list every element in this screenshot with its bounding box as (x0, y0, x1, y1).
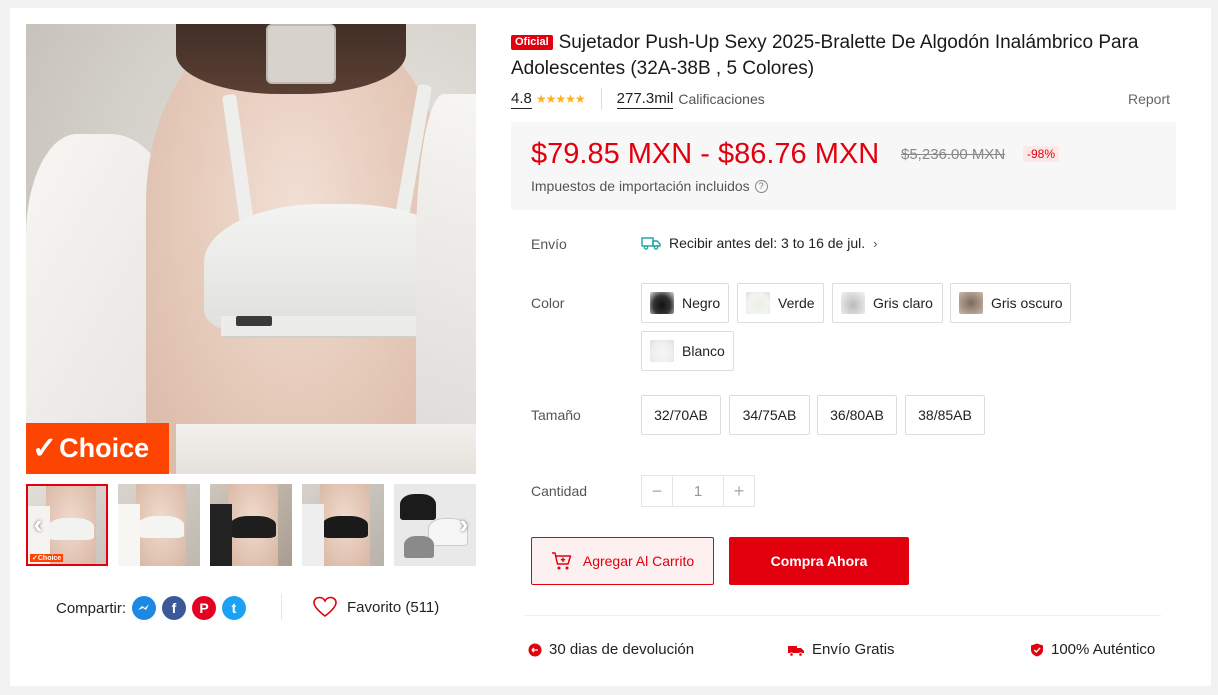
truck-icon (641, 237, 661, 250)
assurance-label: 100% Auténtico (1051, 641, 1156, 658)
assurance-label: 30 dias de devolución (549, 641, 695, 658)
color-option-verde[interactable]: Verde (737, 283, 824, 323)
facebook-icon[interactable]: f (162, 596, 187, 620)
favorite-label: Favorito (511) (347, 598, 440, 616)
quantity-increase-button[interactable]: + (724, 476, 754, 506)
buy-now-button[interactable]: Compra Ahora (729, 537, 909, 585)
rating-score[interactable]: 4.8 (511, 90, 532, 109)
return-icon (528, 643, 542, 656)
swatch-blanco (650, 340, 674, 362)
rating-row: 4.8 ★★★★★ 277.3mil Calificaciones Report (511, 88, 1170, 110)
tax-note: Impuestos de importación incluidos ? (531, 178, 768, 194)
discount-badge: -98% (1023, 146, 1060, 162)
thumbnail-2[interactable] (118, 484, 200, 566)
swatch-verde (746, 292, 770, 314)
tax-note-text: Impuestos de importación incluidos (531, 178, 750, 194)
quantity-decrease-button[interactable]: − (642, 476, 672, 506)
thumbnail-strip: ✓Choice ‹ › (26, 484, 476, 566)
thumbnail-4[interactable] (302, 484, 384, 566)
quantity-stepper: − 1 + (641, 475, 755, 507)
star-rating-icon: ★★★★★ (535, 92, 586, 106)
swatch-gris-oscuro (959, 292, 983, 314)
quantity-input[interactable]: 1 (672, 476, 724, 506)
color-option-label: Blanco (682, 343, 725, 359)
price-range: $79.85 MXN - $86.76 MXN (531, 138, 880, 170)
mini-choice-badge: ✓Choice (30, 554, 64, 562)
color-option-gris-oscuro[interactable]: Gris oscuro (950, 283, 1071, 323)
messenger-icon[interactable] (132, 596, 157, 620)
price-box: $79.85 MXN - $86.76 MXN $5,236.00 MXN -9… (511, 122, 1176, 210)
rating-divider (600, 88, 602, 110)
quantity-label: Cantidad (531, 483, 588, 499)
add-to-cart-label: Agregar Al Carrito (582, 553, 695, 569)
size-option-32-70ab[interactable]: 32/70AB (641, 395, 721, 435)
truck-icon (788, 645, 804, 657)
color-label: Color (531, 295, 565, 311)
official-badge: Oficial (511, 35, 553, 50)
color-option-label: Negro (682, 295, 721, 311)
thumbnail-3[interactable] (210, 484, 292, 566)
checkmark-icon: ✓ (32, 432, 58, 465)
shield-check-icon (1031, 643, 1043, 656)
choice-label: Choice (59, 433, 150, 463)
assurance-label: Envío Gratis (812, 641, 895, 658)
share-label: Compartir: (56, 599, 127, 617)
color-option-negro[interactable]: Negro (641, 283, 729, 323)
assurance-returns: 30 dias de devolución (528, 641, 694, 658)
shipping-text: Recibir antes del: 3 to 16 de jul. (669, 235, 866, 251)
help-icon[interactable]: ? (754, 179, 768, 193)
size-label: Tamaño (531, 407, 581, 423)
add-to-cart-button[interactable]: Agregar Al Carrito (531, 537, 714, 585)
color-option-blanco[interactable]: Blanco (641, 331, 734, 371)
assurance-authentic: 100% Auténtico (1030, 641, 1155, 658)
share-divider (281, 594, 282, 620)
original-price: $5,236.00 MXN (901, 146, 1006, 163)
main-product-image[interactable] (26, 24, 476, 474)
size-option-38-85ab[interactable]: 38/85AB (905, 395, 985, 435)
thumbnail-next-arrow[interactable]: › (454, 506, 474, 544)
color-option-label: Gris claro (873, 295, 933, 311)
heart-icon (313, 596, 337, 618)
cart-icon (551, 552, 572, 570)
size-option-34-75ab[interactable]: 34/75AB (729, 395, 810, 435)
assurance-divider (525, 615, 1161, 616)
pinterest-icon[interactable]: P (192, 596, 217, 620)
share-bar: Compartir: f P t (56, 596, 252, 620)
shipping-label: Envío (531, 236, 567, 252)
color-option-gris-claro[interactable]: Gris claro (832, 283, 943, 323)
product-title-text: Sujetador Push-Up Sexy 2025-Bralette De … (511, 32, 1139, 79)
assurance-free-shipping: Envío Gratis (788, 641, 895, 658)
size-option-36-80ab[interactable]: 36/80AB (817, 395, 897, 435)
chevron-right-icon: › (873, 235, 878, 251)
swatch-negro (650, 292, 674, 314)
shipping-info[interactable]: Recibir antes del: 3 to 16 de jul. › (641, 235, 877, 251)
twitter-icon[interactable]: t (222, 596, 247, 620)
color-option-label: Gris oscuro (991, 295, 1063, 311)
ratings-count[interactable]: 277.3mil (616, 90, 674, 109)
color-option-label: Verde (778, 295, 815, 311)
swatch-gris-claro (841, 292, 865, 314)
product-title: Oficial Sujetador Push-Up Sexy 2025-Brale… (511, 30, 1181, 82)
thumbnail-prev-arrow[interactable]: ‹ (28, 506, 48, 544)
report-link[interactable]: Report (1128, 91, 1170, 107)
ratings-label: Calificaciones (678, 91, 765, 107)
choice-badge: ✓ Choice (26, 423, 169, 474)
favorite-button[interactable]: Favorito (511) (313, 596, 439, 618)
